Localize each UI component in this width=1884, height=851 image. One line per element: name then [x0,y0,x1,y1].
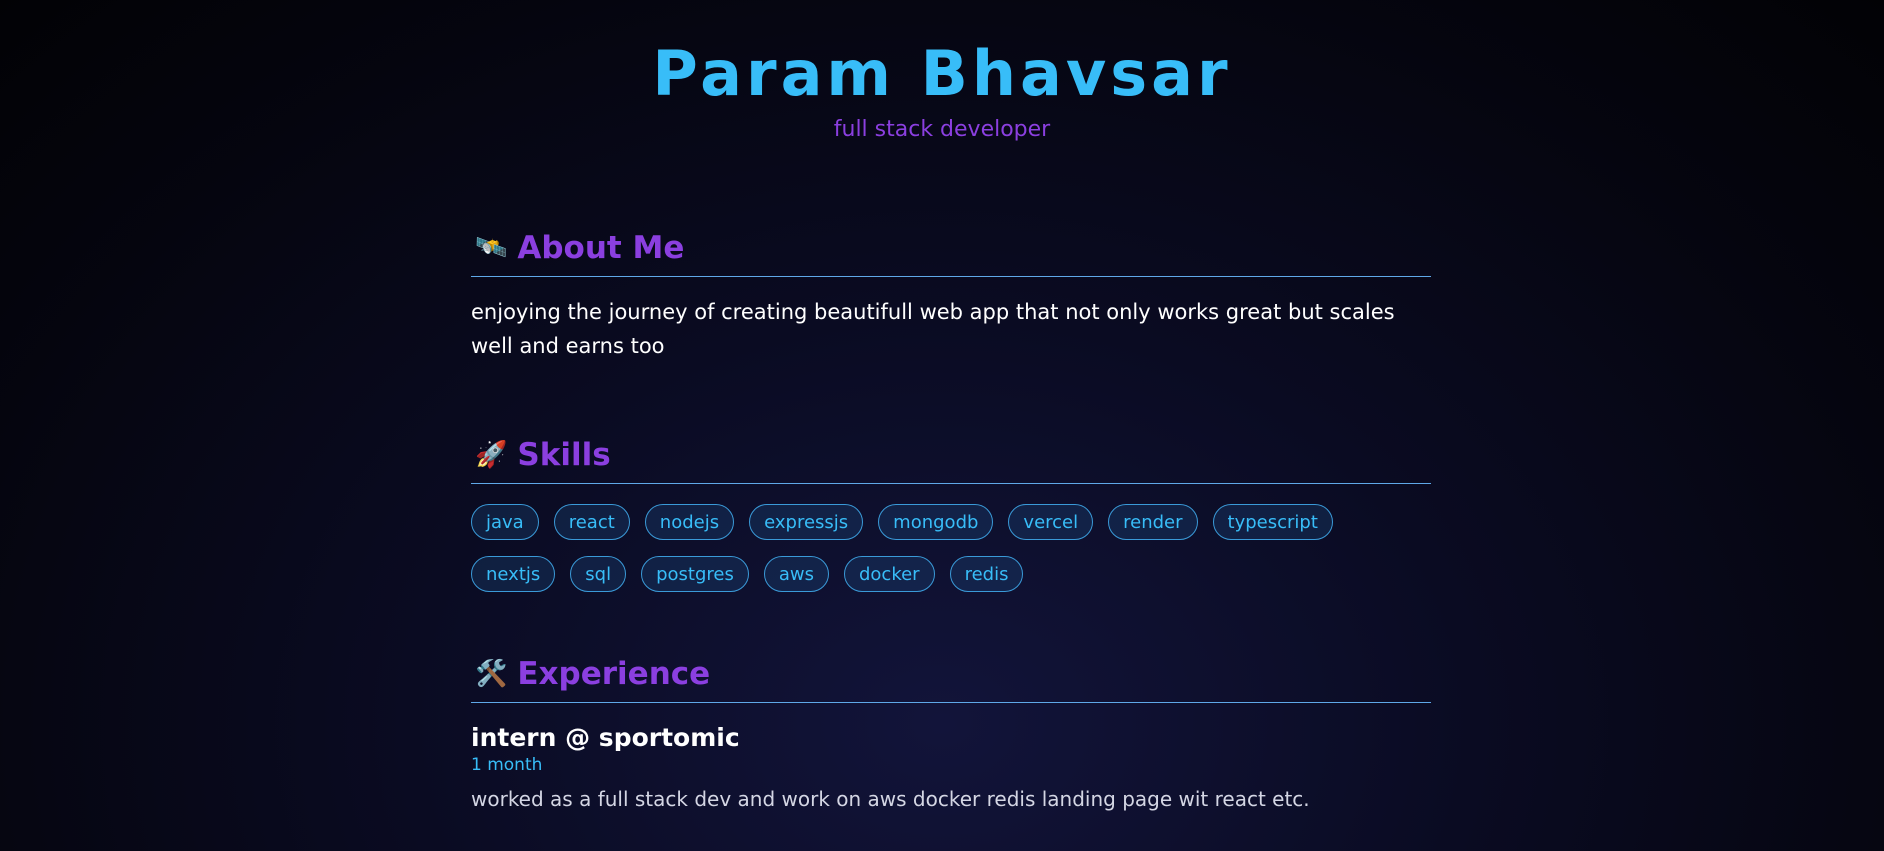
skill-chip: postgres [641,556,749,592]
rocket-icon: 🚀 [475,440,508,470]
skill-chip: java [471,504,539,540]
section-title-text: Experience [517,656,711,692]
page-subtitle: full stack developer [833,117,1051,142]
skill-chip: nextjs [471,556,556,592]
section-title-text: Skills [517,437,611,473]
skill-chip: aws [763,556,829,592]
skill-chip: mongodb [878,504,994,540]
section-title: 🛰️ About Me [475,226,1431,270]
skill-chip: expressjs [749,504,864,540]
experience-description: worked as a full stack dev and work on a… [471,787,1310,811]
page-title: Param Bhavsar [652,37,1232,110]
tools-icon: 🛠️ [475,659,508,689]
skill-chip: nodejs [644,504,735,540]
main-content: 🛰️ About Me enjoying the journey of creat… [471,226,1431,811]
section-title: 🛠️ Experience [475,652,1431,696]
divider [471,702,1431,703]
skill-chip: vercel [1008,504,1094,540]
skill-list: java react nodejs expressjs mongodb vercel ren… [471,504,1431,592]
experience-role: intern @ sportomic [471,723,740,752]
skill-chip: react [553,504,630,540]
experience-section: 🛠️ Experience intern @ sportomic 1 month … [471,652,1431,811]
about-text: enjoying the journey of creating beautif… [471,300,1395,358]
skill-chip: typescript [1212,504,1333,540]
experience-item: intern @ sportomic 1 month worked as a f… [471,723,1431,811]
section-title: 🚀 Skills [475,433,1431,477]
skills-section: 🚀 Skills java react nodejs expressjs mongodb v… [471,433,1431,592]
section-title-text: About Me [517,230,685,266]
skill-chip: sql [570,556,627,592]
skill-chip: redis [949,556,1024,592]
divider [471,276,1431,277]
experience-duration: 1 month [471,755,543,775]
skill-chip: render [1108,504,1198,540]
skill-chip: docker [843,556,935,592]
satellite-icon: 🛰️ [475,233,508,263]
divider [471,483,1431,484]
about-section: 🛰️ About Me enjoying the journey of creat… [471,226,1431,363]
header: Param Bhavsar full stack developer [0,36,1884,144]
